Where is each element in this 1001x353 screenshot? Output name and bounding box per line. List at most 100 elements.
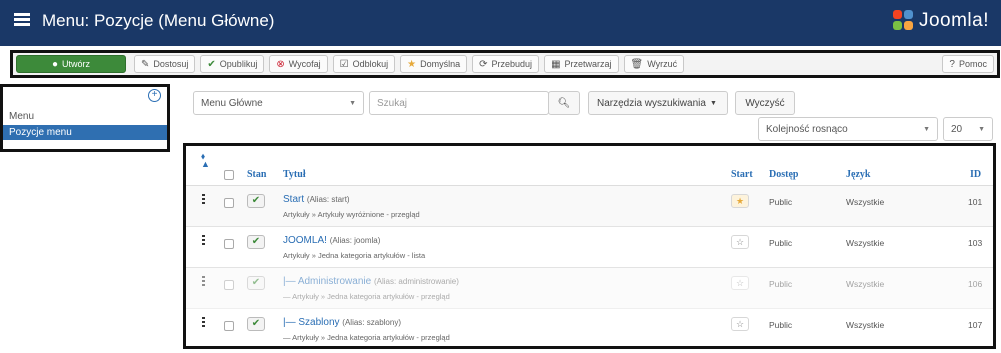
- default-button[interactable]: ★ Domyślna: [400, 55, 468, 73]
- sidebar-toggle-icon[interactable]: +: [148, 89, 161, 102]
- sort-ordering-icon[interactable]: ⬧ ▲: [201, 152, 210, 169]
- edit-label: Dostosuj: [153, 59, 189, 69]
- item-title-link[interactable]: |— Administrowanie (Alias: administrowan…: [283, 276, 459, 287]
- item-title: |— Administrowanie: [283, 276, 372, 287]
- sidebar: + Menu Pozycje menu: [0, 84, 170, 152]
- drag-handle-icon[interactable]: [202, 276, 205, 286]
- item-alias: (Alias: joomla): [329, 236, 381, 245]
- column-stan[interactable]: Stan: [247, 169, 266, 180]
- item-language: Wszystkie: [846, 197, 885, 207]
- row-checkbox[interactable]: [224, 321, 234, 331]
- search-tools-label: Narzędzia wyszukiwania: [597, 97, 706, 109]
- drag-handle-icon[interactable]: [202, 317, 205, 327]
- item-id: 101: [968, 197, 983, 207]
- ordering-value: Kolejność rosnąco: [766, 123, 848, 135]
- publish-label: Opublikuj: [219, 59, 258, 69]
- publish-button[interactable]: ✔ Opublikuj: [200, 55, 265, 73]
- home-star-icon[interactable]: ★: [731, 194, 749, 208]
- batch-button[interactable]: ▦ Przetwarzaj: [544, 55, 619, 73]
- item-type: Artykuły » Artykuły wyróżnione - przeglą…: [283, 210, 420, 219]
- joomla-logo[interactable]: Joomla!: [892, 8, 989, 34]
- item-access: Public: [769, 320, 793, 330]
- drag-handle-icon[interactable]: [202, 194, 205, 204]
- menu-select[interactable]: Menu Główne ▼: [193, 91, 364, 115]
- ordering-select[interactable]: Kolejność rosnąco ▼: [758, 117, 938, 141]
- row-checkbox[interactable]: [224, 239, 234, 249]
- item-alias: (Alias: administrowanie): [373, 277, 459, 286]
- table-row: ✔ |— Administrowanie (Alias: administrowa…: [186, 268, 993, 309]
- checkin-button[interactable]: ☑ Odblokuj: [332, 55, 396, 73]
- table-header: ⬧ ▲ Stan Tytuł Start Dostęp Język ID: [186, 146, 993, 186]
- menu-list-icon[interactable]: [14, 13, 30, 27]
- published-status-icon[interactable]: ✔: [247, 235, 265, 249]
- item-type: — Artykuły » Jedna kategoria artykułów -…: [283, 292, 450, 301]
- help-button[interactable]: ? Pomoc: [942, 55, 994, 73]
- limit-value: 20: [951, 123, 963, 135]
- item-alias: (Alias: start): [306, 195, 350, 204]
- item-title: Start: [283, 194, 305, 205]
- published-status-icon[interactable]: ✔: [247, 317, 265, 331]
- set-home-icon[interactable]: ☆: [731, 235, 749, 249]
- row-checkbox[interactable]: [224, 198, 234, 208]
- set-home-icon[interactable]: ☆: [731, 276, 749, 290]
- plus-circle-icon: ●: [51, 58, 59, 70]
- item-access: Public: [769, 279, 793, 289]
- column-id[interactable]: ID: [970, 169, 981, 180]
- published-status-icon[interactable]: ✔: [247, 276, 265, 290]
- item-language: Wszystkie: [846, 238, 885, 248]
- clear-label: Wyczyść: [745, 97, 785, 109]
- checkbox-icon: ☑: [339, 58, 349, 70]
- column-start[interactable]: Start: [731, 169, 753, 180]
- published-status-icon[interactable]: ✔: [247, 194, 265, 208]
- item-title-link[interactable]: |— Szablony (Alias: szablony): [283, 317, 401, 328]
- column-tytul[interactable]: Tytuł: [283, 169, 306, 180]
- trash-icon: 🗑: [630, 58, 644, 70]
- search-button[interactable]: 🔍︎: [548, 91, 580, 115]
- item-type: — Artykuły » Jedna kategoria artykułów -…: [283, 333, 450, 342]
- edit-icon: ✎: [141, 58, 150, 70]
- search-icon: 🔍︎: [557, 97, 571, 109]
- trash-button[interactable]: 🗑 Wyrzuć: [623, 55, 685, 73]
- trash-label: Wyrzuć: [647, 59, 678, 69]
- chevron-down-icon: ▼: [923, 125, 930, 133]
- create-button[interactable]: ● Utwórz: [16, 55, 126, 73]
- limit-select[interactable]: 20 ▼: [943, 117, 993, 141]
- set-home-icon[interactable]: ☆: [731, 317, 749, 331]
- toolbar: ● Utwórz ✎ Dostosuj ✔ Opublikuj ⊗ Wycofa…: [10, 50, 1000, 78]
- row-checkbox[interactable]: [224, 280, 234, 290]
- item-language: Wszystkie: [846, 320, 885, 330]
- default-label: Domyślna: [420, 59, 461, 69]
- item-title-link[interactable]: JOOMLA! (Alias: joomla): [283, 235, 380, 246]
- item-alias: (Alias: szablony): [342, 318, 401, 327]
- select-all-checkbox[interactable]: [224, 170, 234, 180]
- sidebar-item-menu[interactable]: Menu: [9, 111, 34, 122]
- rebuild-button[interactable]: ⟳ Przebuduj: [472, 55, 540, 73]
- column-jezyk[interactable]: Język: [846, 169, 870, 180]
- search-input[interactable]: Szukaj: [369, 91, 549, 115]
- sidebar-item-menu-items[interactable]: Pozycje menu: [3, 125, 167, 140]
- search-tools-button[interactable]: Narzędzia wyszukiwania ▼: [588, 91, 728, 115]
- item-title-link[interactable]: Start (Alias: start): [283, 194, 350, 205]
- unpublish-button[interactable]: ⊗ Wycofaj: [269, 55, 328, 73]
- clear-button[interactable]: Wyczyść: [735, 91, 795, 115]
- table-row: ✔ JOOMLA! (Alias: joomla) Artykuły » Jedna…: [186, 227, 993, 268]
- chevron-down-icon: ▼: [978, 125, 985, 133]
- joomla-logo-text: Joomla!: [918, 10, 989, 31]
- item-id: 103: [968, 238, 983, 248]
- menu-items-table: ⬧ ▲ Stan Tytuł Start Dostęp Język ID ✔ Sta…: [183, 143, 996, 349]
- column-dostep[interactable]: Dostęp: [769, 169, 798, 180]
- drag-handle-icon[interactable]: [202, 235, 205, 245]
- edit-button[interactable]: ✎ Dostosuj: [134, 55, 196, 73]
- unpublish-label: Wycofaj: [288, 59, 321, 69]
- item-language: Wszystkie: [846, 279, 885, 289]
- batch-label: Przetwarzaj: [564, 59, 612, 69]
- item-access: Public: [769, 238, 793, 248]
- item-id: 106: [968, 279, 983, 289]
- joomla-mark-icon: [892, 10, 915, 32]
- item-access: Public: [769, 197, 793, 207]
- unpublish-icon: ⊗: [276, 58, 285, 70]
- app-header: Menu: Pozycje (Menu Główne) Joomla!: [0, 0, 1001, 46]
- chevron-down-icon: ▼: [349, 99, 356, 107]
- create-label: Utwórz: [62, 59, 91, 69]
- batch-icon: ▦: [551, 58, 561, 70]
